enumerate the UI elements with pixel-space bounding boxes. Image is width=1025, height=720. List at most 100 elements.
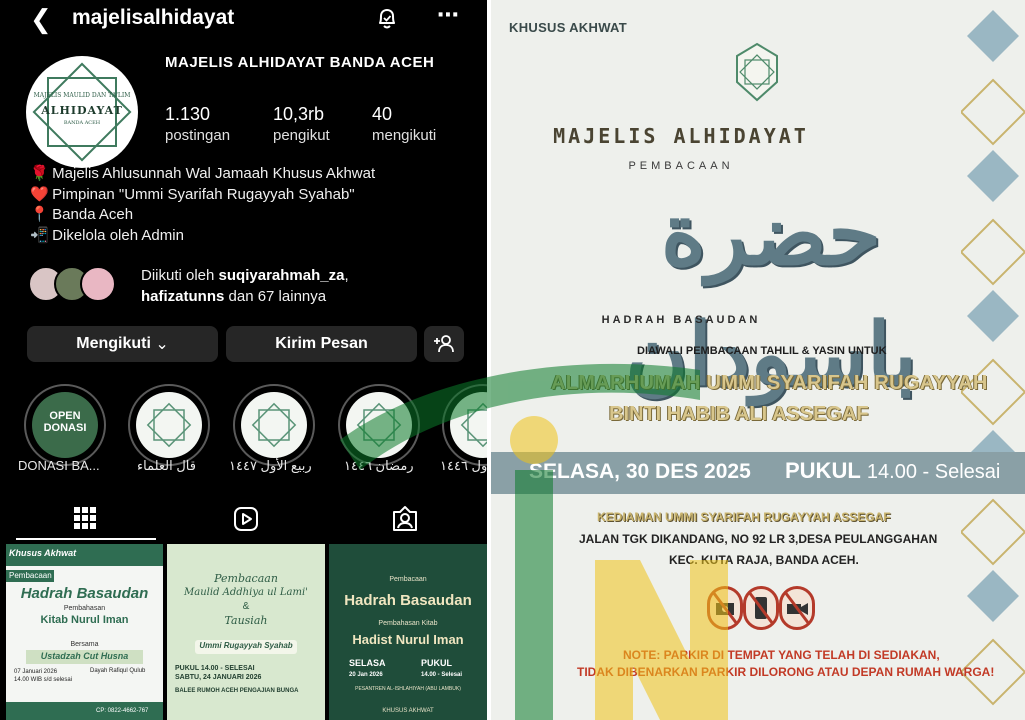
poster-almarhumah-line2: BINTI HABIB ALI ASSEGAF (609, 403, 869, 425)
message-button[interactable]: Kirim Pesan (226, 326, 417, 362)
highlight-label: ول ١٤٤٦ (440, 458, 487, 473)
follower-avatar (80, 266, 116, 302)
no-camera-icon (707, 586, 743, 630)
post-thumbnail[interactable]: Pembacaan Hadrah Basaudan Pembahasan Kit… (329, 544, 487, 720)
no-phone-icon (743, 586, 779, 630)
grid-icon[interactable] (73, 506, 97, 530)
bio-text: Banda Aceh (52, 206, 134, 223)
post-date: 20 Jan 2026 (349, 672, 383, 678)
notification-bell-icon[interactable] (374, 6, 400, 32)
post-speaker: Ustadzah Cut Husna (40, 651, 129, 661)
add-person-icon (434, 335, 454, 353)
follower-name[interactable]: hafizatunns (141, 288, 224, 305)
highlight-cover (450, 392, 487, 458)
profile-bio: 🌹 Majelis Ahlusunnah Wal Jamaah Khusus A… (30, 164, 375, 246)
post-time-block: PUKUL 14.00 - Selesai (421, 658, 462, 680)
stat-followers-label: pengikut (273, 127, 330, 144)
heart-icon: ❤️ (30, 185, 49, 203)
poster-note-line2: TIDAK DIBENARKAN PARKIR DILORONG ATAU DE… (577, 665, 995, 679)
rose-icon: 🌹 (30, 165, 49, 182)
poster-time-value: 14.00 - Selesai (866, 461, 1001, 483)
post-schedule: SELASA 20 Jan 2026 (349, 658, 386, 680)
bio-line: 📍 Banda Aceh (30, 205, 375, 226)
avatar-text-bottom: BANDA ACEH (63, 120, 101, 126)
highlight-donasi[interactable]: OPEN DONASI (24, 384, 106, 466)
active-tab-indicator (16, 538, 156, 540)
add-person-button[interactable] (424, 326, 464, 362)
highlight-label: ربيع الأول ١٤٤٧ (229, 458, 312, 473)
tagged-icon[interactable] (391, 505, 419, 533)
poster-time: PUKUL 14.00 - Selesai (785, 458, 1000, 484)
post-footer: KHUSUS AKHWAT (382, 708, 434, 714)
post-thumbnail[interactable]: Khusus Akhwat Pembacaan Hadrah Basaudan … (6, 544, 163, 720)
following-label: Mengikuti (76, 335, 151, 352)
post-line3: Tausiah (224, 614, 268, 627)
message-label: Kirim Pesan (275, 335, 368, 352)
post-date: SABTU, 24 JANUARI 2026 (175, 674, 262, 681)
bio-text: Dikelola oleh Admin (52, 226, 184, 244)
more-options-icon[interactable]: ⋯ (437, 2, 460, 28)
follower-name[interactable]: suqiyarahmah_za (219, 267, 345, 284)
poster-logo-icon (736, 42, 778, 102)
highlight-label: قال العلماء (137, 458, 196, 473)
poster-date: SELASA, 30 DES 2025 (529, 460, 751, 483)
poster-almarhumah-line1: ALMARHUMAH UMMI SYARIFAH RUGAYYAH (551, 372, 988, 394)
bio-line: 📲 Dikelola oleh Admin (30, 226, 375, 247)
poster-address-line1: JALAN TGK DIKANDANG, NO 92 LR 3,DESA PEU… (579, 532, 938, 546)
poster-diawali: DIAWALI PEMBACAAN TAHLIL & YASIN UNTUK (637, 345, 887, 357)
post-line2: Maulid Addhiya ul Lami' (184, 587, 308, 598)
poster-venue: KEDIAMAN UMMI SYARIFAH RUGAYYAH ASSEGAF (597, 510, 891, 524)
post-amp: & (242, 601, 250, 612)
back-arrow-icon[interactable]: ❮ (30, 4, 52, 35)
post-place: PESANTREN AL-ISHLAHIYAH (ABU LAMBUK) (355, 686, 461, 692)
no-video-icon (779, 586, 815, 630)
stat-posts-value: 1.130 (165, 104, 211, 124)
highlight-cover-text: OPEN DONASI (43, 410, 87, 434)
post-subtitle: Pembahasan (63, 605, 106, 612)
highlight-label: رمضان ١٤٤٦ (344, 458, 414, 473)
post-line1: Pembacaan (214, 572, 278, 585)
highlight-ulama[interactable] (128, 384, 210, 466)
highlight-label: DONASI BA... (18, 458, 100, 473)
highlight-ramadhan[interactable] (338, 384, 420, 466)
logo-ornament-icon (251, 402, 297, 448)
post-schedule: PUKUL 14.00 - SELESAI SABTU, 24 JANUARI 2… (175, 664, 261, 682)
highlight-rabiul-awal[interactable] (233, 384, 315, 466)
avatar-text-main: ALHIDAYAT (41, 104, 123, 117)
post-line3: Pembahasan Kitab (378, 620, 438, 627)
post-header: Khusus Akhwat (9, 548, 77, 558)
highlight-cover (241, 392, 307, 458)
followed-by[interactable]: Diikuti oleh suqiyarahmah_za, hafizatunn… (28, 266, 468, 306)
post-time: PUKUL 14.00 - SELESAI (175, 665, 255, 672)
following-button[interactable]: Mengikuti ⌄ (27, 326, 218, 362)
post-bersama: Bersama (70, 641, 99, 648)
post-line2: Hadrah Basaudan (344, 592, 472, 609)
phone-icon: 📲 (30, 226, 49, 244)
post-day: SELASA (349, 658, 386, 668)
followed-comma: , (344, 267, 349, 284)
stat-posts[interactable]: 1.130 postingan (165, 104, 230, 144)
poster-subtitle: HADRAH BASAUDAN (601, 314, 761, 326)
poster-khusus-label: KHUSUS AKHWAT (509, 20, 628, 35)
profile-avatar[interactable]: MAJELIS MAULID DAN TA'LIM ALHIDAYAT BAND… (26, 56, 138, 168)
pin-icon: 📍 (30, 206, 49, 223)
stat-followers[interactable]: 10,3rb pengikut (273, 104, 330, 144)
chevron-down-icon: ⌄ (155, 336, 169, 353)
post-line1: Pembacaan (389, 576, 427, 583)
logo-ornament-icon (460, 402, 487, 448)
post-title: Hadrah Basaudan (20, 585, 149, 602)
stat-posts-label: postingan (165, 127, 231, 144)
stat-following[interactable]: 40 mengikuti (372, 104, 436, 144)
post-date: 07 Januari 2026 (14, 669, 58, 675)
bio-line: 🌹 Majelis Ahlusunnah Wal Jamaah Khusus A… (30, 164, 375, 185)
highlight-cover (346, 392, 412, 458)
bio-text: Majelis Ahlusunnah Wal Jamaah Khusus Akh… (52, 165, 376, 182)
bio-text: Pimpinan "Ummi Syarifah Rugayyah Syahab" (52, 185, 355, 203)
post-schedule: 07 Januari 2026 14.00 WIB s/d selesai (14, 668, 72, 684)
highlight-partial[interactable] (442, 384, 487, 466)
followed-by-text: Diikuti oleh suqiyarahmah_za, hafizatunn… (141, 266, 349, 307)
poster-note-line1: NOTE: PARKIR DI TEMPAT YANG TELAH DI SED… (623, 648, 940, 662)
reels-icon[interactable] (233, 506, 259, 532)
post-thumbnail[interactable]: Pembacaan Maulid Addhiya ul Lami' & Taus… (167, 544, 325, 720)
followed-suffix: dan 67 lainnya (224, 287, 327, 305)
